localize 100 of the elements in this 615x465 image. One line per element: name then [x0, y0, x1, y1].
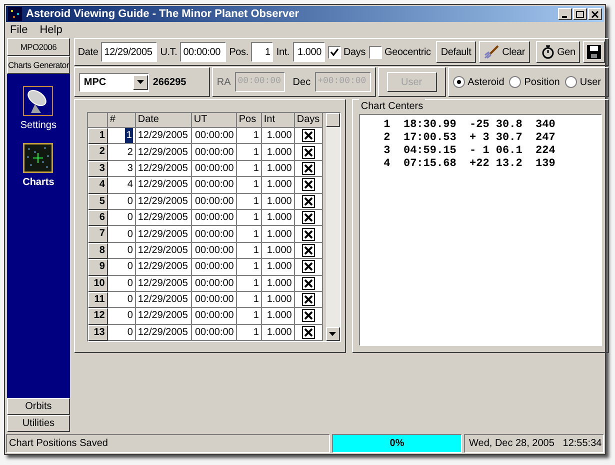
table-cell: 0	[108, 226, 136, 243]
mode-label: Asteroid	[468, 76, 504, 90]
chart-center-line: 1 18:30.99 -25 30.8 340	[382, 119, 556, 132]
days-checkbox[interactable]	[302, 129, 315, 142]
row-header: 8	[88, 242, 108, 260]
star-chart-icon	[23, 143, 54, 173]
minimize-button[interactable]	[558, 8, 572, 20]
chart-center-line: 3 04:59.15 - 1 06.1 224	[382, 145, 556, 158]
table-cell: 1.000	[262, 210, 295, 226]
maximize-icon	[576, 10, 584, 18]
table-cell: 12/29/2005	[136, 210, 192, 226]
int-field[interactable]: 1.000	[292, 42, 325, 62]
table-cell: 0	[108, 210, 136, 226]
row-header: 10	[88, 276, 108, 292]
table-cell: 1	[236, 226, 262, 243]
sidebar-tab[interactable]: Orbits	[7, 398, 70, 415]
days-checkbox[interactable]	[302, 276, 315, 290]
days-checkbox[interactable]	[302, 162, 315, 175]
table-cell: 1.000	[262, 276, 295, 292]
days-checkbox[interactable]	[302, 293, 315, 306]
app-icon	[8, 7, 22, 21]
clear-button[interactable]: Clear	[479, 41, 530, 63]
pos-field[interactable]: 1	[251, 42, 274, 62]
row-header: 4	[88, 177, 108, 194]
table-cell: 00:00:00	[192, 160, 237, 178]
table-cell: 4	[108, 177, 136, 194]
table-cell: 1	[236, 292, 262, 308]
table-cell: 12/29/2005	[136, 144, 192, 161]
table-cell: 0	[108, 276, 136, 292]
table-cell: 1	[236, 194, 262, 210]
table-cell: 00:00:00	[192, 292, 237, 308]
sidebar-tab[interactable]: Charts Generator	[7, 56, 70, 74]
table-cell: 1	[236, 128, 262, 144]
days-checkbox[interactable]	[302, 228, 315, 241]
chart-center-line: 2 17:00.53 + 3 30.7 247	[382, 132, 556, 145]
table-cell: 1	[236, 210, 262, 226]
table-cell: 3	[108, 160, 136, 178]
stopwatch-icon	[541, 45, 556, 59]
days-checkbox[interactable]	[302, 178, 315, 192]
table-cell: 0	[108, 242, 136, 260]
days-checkbox[interactable]	[302, 146, 315, 159]
ut-label: U.T.	[160, 46, 178, 60]
default-button[interactable]: Default	[436, 41, 476, 63]
mode-label: Position	[524, 76, 560, 90]
table-cell: 1	[236, 308, 262, 325]
sidebar-tab[interactable]: MPO2006	[7, 38, 70, 56]
table-cell: 12/29/2005	[136, 226, 192, 243]
table-cell: 0	[108, 324, 136, 342]
table-cell: 1	[236, 160, 262, 178]
ut-field[interactable]: 00:00:00	[180, 42, 226, 62]
table-cell: 0	[108, 292, 136, 308]
menu-item[interactable]: Help	[40, 22, 62, 38]
row-header: 9	[88, 259, 108, 276]
table-cell: 1	[236, 177, 262, 194]
table-cell: 00:00:00	[192, 144, 237, 161]
days-checkbox[interactable]	[302, 211, 315, 224]
table-cell: 12/29/2005	[136, 259, 192, 276]
int-label: Int.	[276, 46, 290, 60]
table-cell: 12/29/2005	[136, 242, 192, 260]
save-button[interactable]	[583, 41, 606, 63]
gen-button[interactable]: Gen	[536, 41, 580, 63]
days-checkbox[interactable]	[302, 194, 315, 208]
radio-button[interactable]	[564, 76, 577, 88]
scroll-down-icon	[329, 332, 336, 336]
radio-button[interactable]	[509, 76, 522, 88]
sidebar-item[interactable]: Charts	[22, 143, 54, 190]
table-cell: 0	[108, 308, 136, 325]
date-field[interactable]: 12/29/2005	[101, 42, 158, 62]
menu-item[interactable]: File	[10, 22, 28, 38]
table-cell: 1.000	[262, 144, 295, 161]
table-cell: 1.000	[262, 308, 295, 325]
close-button[interactable]	[588, 8, 602, 20]
row-header: 6	[88, 210, 108, 226]
days-checkbox[interactable]	[302, 244, 315, 257]
status-message: Chart Positions Saved	[6, 434, 330, 453]
table-cell: 1	[236, 259, 262, 276]
sidebar-tab[interactable]: Utilities	[7, 415, 70, 432]
days-checkbox[interactable]	[302, 260, 315, 274]
scrollbar[interactable]	[326, 113, 340, 341]
maximize-button[interactable]	[573, 8, 587, 20]
table-cell: 00:00:00	[192, 242, 237, 260]
table-cell: 1.000	[262, 128, 295, 144]
catalog-dropdown[interactable]: MPC	[78, 72, 149, 92]
geocentric-label: Geocentric	[384, 46, 431, 60]
table-cell: 00:00:00	[192, 226, 237, 243]
days-checkbox[interactable]	[302, 309, 315, 322]
broom-icon	[484, 45, 500, 59]
days-checkbox[interactable]	[328, 46, 341, 58]
table-cell: 1.000	[262, 177, 295, 194]
table-cell: 12/29/2005	[136, 177, 192, 194]
row-header: 13	[88, 324, 108, 342]
pos-label: Pos.	[229, 46, 248, 60]
geocentric-checkbox[interactable]	[368, 46, 382, 58]
row-header: 1	[88, 128, 108, 144]
days-checkbox[interactable]	[302, 326, 315, 339]
table-cell: 1.000	[262, 160, 295, 178]
satellite-dish-icon	[23, 86, 54, 116]
radio-button[interactable]	[452, 76, 465, 88]
dec-label: Dec	[292, 76, 311, 90]
sidebar-item[interactable]: Settings	[20, 86, 56, 133]
